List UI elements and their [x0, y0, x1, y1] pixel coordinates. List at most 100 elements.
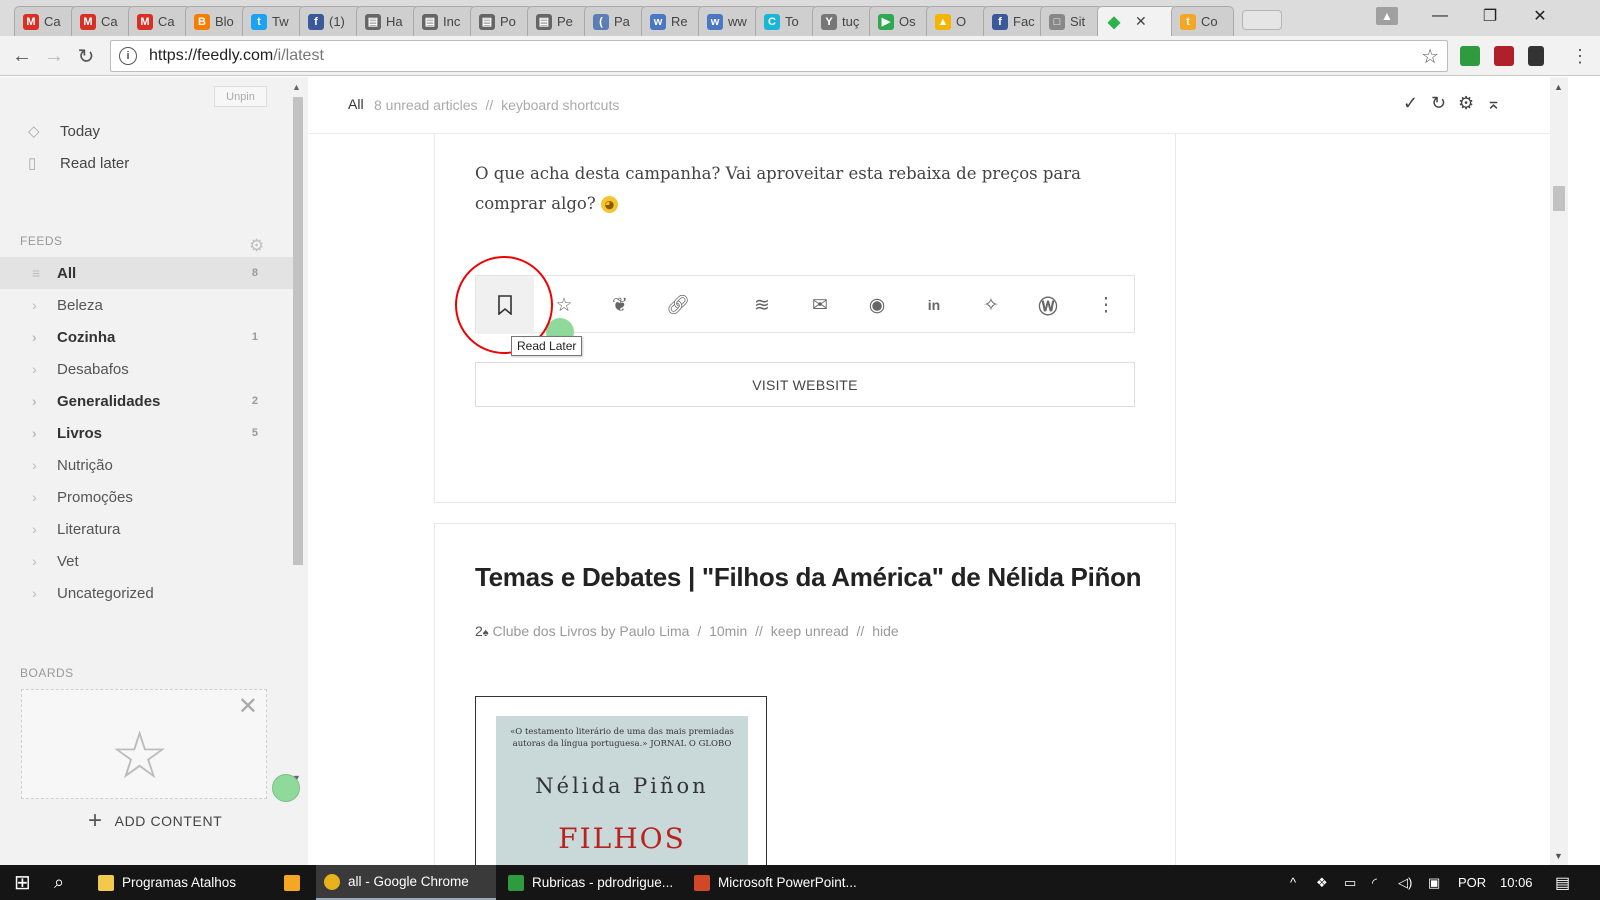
wordpress-icon[interactable]: Ⓦ	[1028, 276, 1068, 334]
browser-tab[interactable]: ▤ Ha	[356, 6, 419, 36]
browser-tab[interactable]: w Re	[641, 6, 704, 36]
unpin-button[interactable]: Unpin	[214, 86, 267, 107]
close-icon[interactable]: ✕	[238, 692, 258, 721]
taskbar-item-folder[interactable]: Programas Atalhos	[90, 865, 266, 900]
bookmark-star-icon[interactable]: ☆	[1421, 44, 1439, 69]
extension-film-icon[interactable]	[1528, 46, 1544, 66]
add-content-button[interactable]: + ADD CONTENT	[88, 807, 222, 835]
nav-today[interactable]: ◇ Today	[28, 122, 100, 141]
nav-read-later[interactable]: ▯ Read later	[28, 154, 129, 173]
taskbar-item-powerpoint[interactable]: Microsoft PowerPoint...	[686, 865, 876, 900]
feed-item[interactable]: › Uncategorized	[0, 577, 294, 609]
volume-icon[interactable]: ◁)	[1398, 865, 1412, 900]
article-title[interactable]: Temas e Debates | "Filhos da América" de…	[475, 562, 1142, 593]
notification-app-icon[interactable]: ▣	[1428, 865, 1440, 900]
feed-item[interactable]: › Desabafos	[0, 353, 294, 385]
browser-tab[interactable]: f Fac	[983, 6, 1046, 36]
battery-icon[interactable]: ▭	[1344, 865, 1356, 900]
browser-tab[interactable]: t Co	[1171, 6, 1234, 36]
link-icon[interactable]: 🔗︎	[658, 276, 698, 334]
chevron-right-icon: ›	[32, 361, 37, 377]
browser-tab[interactable]: ▲ O	[926, 6, 989, 36]
hootsuite-owl-icon[interactable]: ◉	[857, 276, 897, 334]
action-center-icon[interactable]: ▤	[1555, 865, 1570, 900]
browser-tab[interactable]: B Blo	[185, 6, 248, 36]
back-arrow-icon[interactable]: ←	[8, 42, 36, 70]
feeds-settings-gear-icon[interactable]: ⚙	[249, 236, 264, 256]
browser-tab[interactable]: ▶ Os	[869, 6, 932, 36]
twitter-bird-icon[interactable]: ✧	[971, 276, 1011, 334]
restore-button[interactable]: ❐	[1470, 0, 1510, 32]
browser-tab[interactable]: M Ca	[128, 6, 191, 36]
feed-item[interactable]: ≡ All 8	[0, 257, 294, 289]
page-scroll-down-icon[interactable]: ▼	[1554, 851, 1563, 861]
close-tab-icon[interactable]: ✕	[1135, 13, 1147, 30]
address-bar[interactable]: i https://feedly.com/i/latest ☆	[110, 40, 1448, 72]
windows-start-icon[interactable]: ⊞	[6, 865, 31, 900]
settings-gear-icon[interactable]: ⚙	[1458, 93, 1474, 114]
article-card[interactable]: Temas e Debates | "Filhos da América" de…	[434, 523, 1176, 865]
browser-tab-active[interactable]: ◆ ✕	[1097, 6, 1177, 36]
feed-item[interactable]: › Cozinha 1	[0, 321, 294, 353]
language-indicator[interactable]: POR	[1458, 865, 1486, 900]
more-options-icon[interactable]: ⋮	[1086, 276, 1126, 334]
linkedin-icon[interactable]: in	[914, 276, 954, 334]
browser-tab[interactable]: M Ca	[14, 6, 77, 36]
keyboard-shortcuts-link[interactable]: keyboard shortcuts	[501, 97, 619, 113]
visit-website-button[interactable]: VISIT WEBSITE	[475, 362, 1135, 407]
keep-unread-link[interactable]: keep unread	[771, 623, 849, 639]
powerpoint-icon	[694, 874, 710, 891]
browser-menu-icon[interactable]: ⋮	[1566, 42, 1594, 70]
sidebar-scrollbar[interactable]	[293, 97, 303, 565]
extension-green-icon[interactable]	[1460, 46, 1480, 66]
browser-tab[interactable]: f (1)	[299, 6, 362, 36]
extension-shield-icon[interactable]	[1494, 46, 1514, 66]
wifi-icon[interactable]: ◜	[1372, 865, 1377, 900]
dropbox-icon[interactable]: ❖	[1316, 865, 1328, 900]
browser-tab[interactable]: Ytuç	[812, 6, 875, 36]
taskbar-item-media[interactable]	[276, 865, 308, 900]
refresh-icon[interactable]: ↻	[1431, 93, 1446, 114]
site-info-icon[interactable]: i	[119, 47, 137, 65]
feed-item[interactable]: › Generalidades 2	[0, 385, 294, 417]
sidebar-scroll-up-icon[interactable]: ▲	[292, 82, 301, 92]
hide-link[interactable]: hide	[872, 623, 898, 639]
evernote-icon[interactable]: ❦	[600, 276, 640, 334]
page-scroll-up-icon[interactable]: ▲	[1554, 82, 1563, 92]
browser-tab[interactable]: C To	[755, 6, 818, 36]
feed-item[interactable]: › Literatura	[0, 513, 294, 545]
feed-item[interactable]: › Promoções	[0, 481, 294, 513]
browser-tab[interactable]: (Pa	[584, 6, 647, 36]
taskbar-item-rubricas[interactable]: Rubricas - pdrodrigue...	[500, 865, 684, 900]
browser-tab[interactable]: ▤ Po	[470, 6, 533, 36]
browser-tab[interactable]: w ww	[698, 6, 761, 36]
taskbar-item-chrome[interactable]: all - Google Chrome	[316, 865, 496, 900]
browser-tab[interactable]: □ Sit	[1040, 6, 1103, 36]
browser-tab[interactable]: t Tw	[242, 6, 305, 36]
search-icon[interactable]: ⌕	[46, 865, 64, 900]
feed-item[interactable]: › Livros 5	[0, 417, 294, 449]
tray-chevron-icon[interactable]: ^	[1290, 865, 1296, 900]
stream-meta: 8 unread articles // keyboard shortcuts	[374, 97, 619, 113]
close-window-button[interactable]: ✕	[1520, 0, 1560, 32]
clock[interactable]: 10:06	[1500, 865, 1533, 900]
buffer-layers-icon[interactable]: ≋	[742, 276, 782, 334]
minimize-button[interactable]: —	[1420, 0, 1460, 32]
article-source[interactable]: Clube dos Livros by Paulo Lima	[493, 623, 690, 639]
page-scroll-thumb[interactable]	[1553, 186, 1565, 211]
browser-tab[interactable]: M Ca	[71, 6, 134, 36]
mark-read-check-icon[interactable]: ✓	[1403, 93, 1418, 114]
browser-tab[interactable]: ▤ Pe	[527, 6, 590, 36]
article-image[interactable]: «O testamento literário de uma das mais …	[475, 696, 767, 865]
browser-tab[interactable]: ▤ Inc	[413, 6, 476, 36]
feed-item[interactable]: › Beleza	[0, 289, 294, 321]
profile-icon[interactable]: ▲	[1372, 0, 1402, 32]
reload-icon[interactable]: ↻	[72, 42, 100, 70]
forward-arrow-icon[interactable]: →	[40, 42, 68, 70]
new-tab-button[interactable]	[1242, 10, 1282, 30]
feed-item[interactable]: › Nutrição	[0, 449, 294, 481]
feed-item[interactable]: › Vet	[0, 545, 294, 577]
board-placeholder[interactable]: ✕ ☆	[21, 689, 267, 799]
collapse-up-icon[interactable]: ⌅	[1486, 93, 1501, 114]
email-envelope-icon[interactable]: ✉	[800, 276, 840, 334]
